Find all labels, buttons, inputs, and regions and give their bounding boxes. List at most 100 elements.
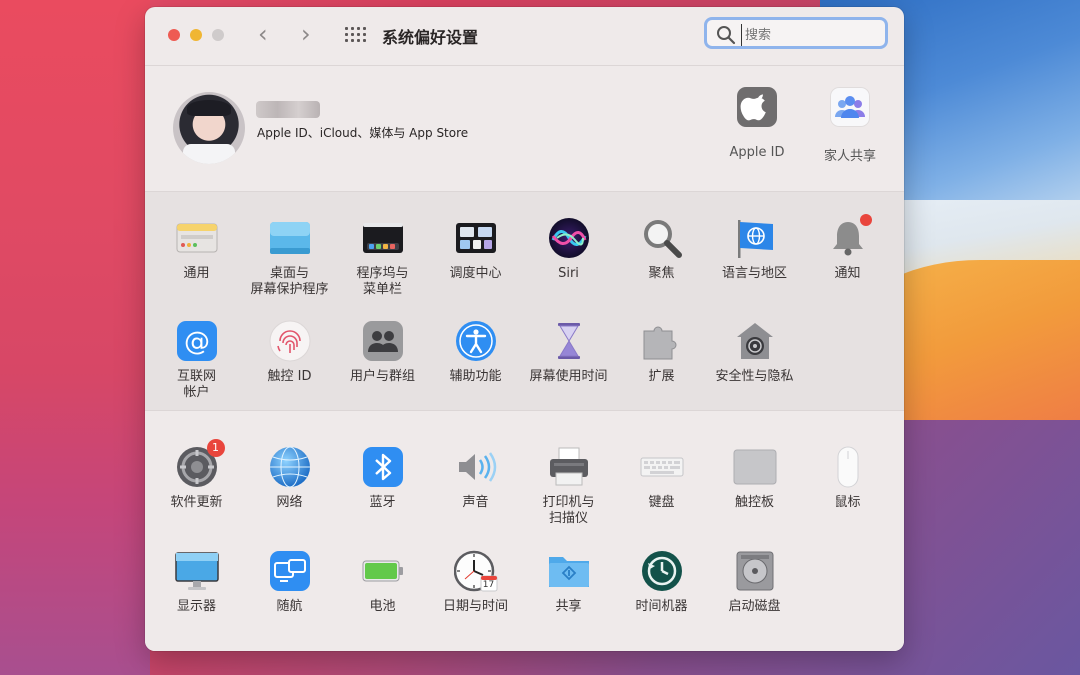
pane-sidecar[interactable]: 随航: [243, 549, 336, 615]
pane-label: 软件更新: [170, 495, 223, 510]
dock-menubar-icon: [361, 216, 405, 260]
pane-label: 互联网 帐户: [176, 369, 216, 400]
hardware-prefs-section: 1 软件更新 网络 蓝牙 声音 打印机与 扫描仪 键盘 触控板 鼠标 显示器 随…: [145, 411, 904, 651]
update-badge: 1: [206, 439, 225, 457]
users-groups-icon: [361, 319, 405, 363]
avatar[interactable]: [173, 92, 245, 164]
pane-dock-menubar[interactable]: 程序坞与 菜单栏: [336, 216, 429, 298]
pane-screen-time[interactable]: 屏幕使用时间: [522, 319, 615, 385]
pane-label: 键盘: [648, 495, 675, 510]
pane-label: 电池: [369, 599, 396, 614]
pane-label: 显示器: [176, 599, 216, 614]
mouse-icon: [826, 445, 870, 489]
pane-label: 鼠标: [834, 495, 861, 510]
network-icon: [268, 445, 312, 489]
pane-printers-scanners[interactable]: 打印机与 扫描仪: [522, 445, 615, 527]
pane-keyboard[interactable]: 键盘: [615, 445, 708, 511]
pane-accessibility[interactable]: 辅助功能: [429, 319, 522, 385]
titlebar: ‹ › 系统偏好设置: [145, 7, 904, 65]
pane-label: 网络: [276, 495, 303, 510]
pane-mouse[interactable]: 鼠标: [801, 445, 894, 511]
blurred-user-name: [256, 101, 320, 118]
bluetooth-icon: [361, 445, 405, 489]
pane-label: 时间机器: [635, 599, 688, 614]
date-time-icon: 17: [453, 549, 498, 593]
pane-sharing[interactable]: 共享: [522, 549, 615, 615]
battery-icon: [361, 549, 405, 593]
pane-label: 触控板: [734, 495, 774, 510]
pane-label: 安全性与隐私: [715, 369, 794, 384]
sidecar-icon: [268, 549, 312, 593]
zoom-window-button[interactable]: [212, 29, 224, 41]
pane-label: 语言与地区: [721, 266, 787, 281]
personal-prefs-section: 通用 桌面与 屏幕保护程序 程序坞与 菜单栏 调度中心 Siri 聚焦 语言与地…: [145, 192, 904, 410]
sound-icon: [454, 445, 498, 489]
pane-software-update[interactable]: 1 软件更新: [150, 439, 243, 511]
show-all-grid-icon[interactable]: [345, 27, 366, 43]
family-sharing-label: 家人共享: [823, 149, 876, 164]
pane-label: Siri: [558, 266, 579, 281]
pane-trackpad[interactable]: 触控板: [708, 445, 801, 511]
screen-time-icon: [547, 319, 591, 363]
pane-label: 通用: [183, 266, 210, 281]
system-preferences-window: ‹ › 系统偏好设置 Apple ID、iCloud、媒体与 App Store: [145, 7, 904, 651]
pane-label: 屏幕使用时间: [529, 369, 608, 384]
pane-internet-accounts[interactable]: @ 互联网 帐户: [150, 319, 243, 401]
pane-network[interactable]: 网络: [243, 445, 336, 511]
search-input[interactable]: [741, 24, 887, 46]
pane-extensions[interactable]: 扩展: [615, 319, 708, 385]
pane-label: 调度中心: [449, 266, 502, 281]
pane-notifications[interactable]: 通知: [801, 214, 894, 282]
pane-touch-id[interactable]: 触控 ID: [243, 319, 336, 385]
pane-label: 用户与群组: [349, 369, 415, 384]
pane-security-privacy[interactable]: 安全性与隐私: [708, 319, 801, 385]
pane-language-region[interactable]: 语言与地区: [708, 216, 801, 282]
pane-label: 随航: [276, 599, 303, 614]
wallpaper-left: [0, 0, 150, 675]
back-chevron-icon[interactable]: ‹: [258, 22, 268, 46]
desktop-screensaver-icon: [268, 216, 312, 260]
pane-startup-disk[interactable]: 启动磁盘: [708, 549, 801, 615]
apple-id-button[interactable]: [737, 87, 777, 127]
pane-label: 日期与时间: [442, 599, 508, 614]
pane-battery[interactable]: 电池: [336, 549, 429, 615]
calendar-day: 17: [482, 580, 495, 590]
keyboard-icon: [640, 445, 684, 489]
pane-mission-control[interactable]: 调度中心: [429, 216, 522, 282]
family-sharing-button[interactable]: [830, 87, 870, 127]
pane-label: 触控 ID: [267, 369, 312, 384]
pane-displays[interactable]: 显示器: [150, 549, 243, 615]
siri-icon: [547, 216, 591, 260]
apple-id-profile-area[interactable]: Apple ID、iCloud、媒体与 App Store Apple ID 家…: [145, 66, 904, 191]
pane-desktop-screensaver[interactable]: 桌面与 屏幕保护程序: [243, 216, 336, 298]
pane-date-time[interactable]: 17 日期与时间: [429, 549, 522, 615]
accessibility-icon: [454, 319, 498, 363]
extensions-icon: [640, 319, 684, 363]
internet-accounts-icon: @: [175, 319, 219, 363]
startup-disk-icon: [733, 549, 777, 593]
pane-label: 蓝牙: [369, 495, 396, 510]
software-update-icon: 1: [175, 439, 225, 489]
trackpad-icon: [733, 445, 777, 489]
pane-siri[interactable]: Siri: [522, 216, 615, 282]
forward-chevron-icon[interactable]: ›: [301, 22, 311, 46]
pane-sound[interactable]: 声音: [429, 445, 522, 511]
language-region-icon: [733, 216, 777, 260]
search-field[interactable]: [704, 17, 888, 49]
printers-scanners-icon: [547, 445, 591, 489]
pane-users-groups[interactable]: 用户与群组: [336, 319, 429, 385]
general-icon: [175, 216, 219, 260]
pane-general[interactable]: 通用: [150, 216, 243, 282]
pane-bluetooth[interactable]: 蓝牙: [336, 445, 429, 511]
pane-label: 启动磁盘: [728, 599, 781, 614]
pane-label: 通知: [834, 266, 861, 281]
apple-id-label: Apple ID: [729, 145, 785, 160]
pane-spotlight[interactable]: 聚焦: [615, 216, 708, 282]
pane-label: 聚焦: [648, 266, 675, 281]
pane-label: 打印机与 扫描仪: [542, 495, 595, 526]
minimize-window-button[interactable]: [190, 29, 202, 41]
apple-logo-icon: [740, 94, 766, 121]
close-window-button[interactable]: [168, 29, 180, 41]
pane-time-machine[interactable]: 时间机器: [615, 549, 708, 615]
touch-id-icon: [268, 319, 312, 363]
